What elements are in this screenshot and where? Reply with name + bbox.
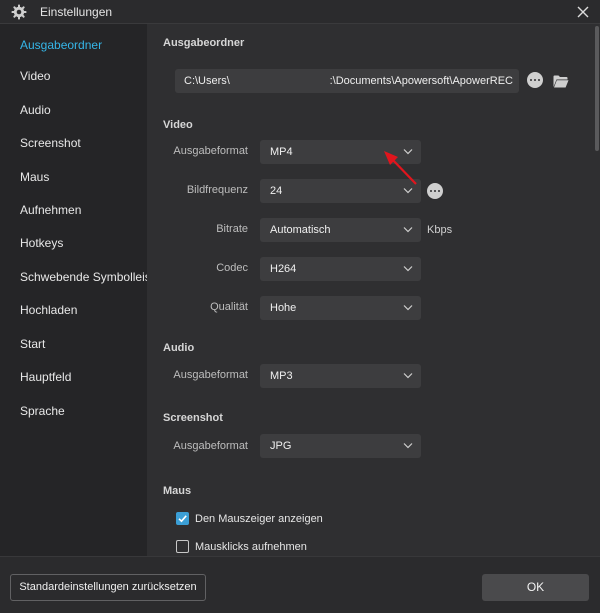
bitrate-select[interactable]: Automatisch — [260, 218, 421, 242]
sidebar: Ausgabeordner Video Audio Screenshot Mau… — [0, 24, 161, 556]
codec-label: Codec — [216, 262, 248, 274]
settings-panel: Ausgabeordner C:\Users\ :\Documents\Apow… — [147, 24, 600, 556]
sidebar-item-hochladen[interactable]: Hochladen — [0, 296, 147, 324]
screenshot-format-label: Ausgabeformat — [173, 440, 248, 452]
chevron-down-icon — [403, 373, 413, 379]
section-title-mouse: Maus — [163, 485, 192, 497]
framerate-select[interactable]: 24 — [260, 179, 421, 203]
record-clicks-label: Mausklicks aufnehmen — [195, 541, 307, 553]
framerate-value: 24 — [270, 185, 283, 197]
record-clicks-checkbox[interactable] — [176, 540, 189, 553]
sidebar-item-maus[interactable]: Maus — [0, 163, 147, 191]
screenshot-format-value: JPG — [270, 440, 292, 452]
sidebar-item-aufnehmen[interactable]: Aufnehmen — [0, 196, 147, 224]
section-title-screenshot: Screenshot — [163, 412, 223, 424]
chevron-down-icon — [403, 227, 413, 233]
show-cursor-checkbox[interactable] — [176, 512, 189, 525]
chevron-down-icon — [403, 266, 413, 272]
video-format-label: Ausgabeformat — [173, 145, 248, 157]
sidebar-item-hauptfeld[interactable]: Hauptfeld — [0, 363, 147, 391]
section-title-audio: Audio — [163, 342, 195, 354]
sidebar-item-start[interactable]: Start — [0, 330, 147, 358]
window-title: Einstellungen — [40, 5, 113, 19]
quality-select[interactable]: Hohe — [260, 296, 421, 320]
reset-defaults-button[interactable]: Standardeinstellungen zurücksetzen — [10, 574, 206, 601]
chevron-down-icon — [403, 305, 413, 311]
video-format-select[interactable]: MP4 — [260, 140, 421, 164]
sidebar-item-hotkeys[interactable]: Hotkeys — [0, 229, 147, 257]
close-button[interactable] — [572, 2, 594, 22]
video-format-value: MP4 — [270, 146, 293, 158]
gear-icon — [11, 4, 27, 20]
quality-value: Hohe — [270, 302, 297, 314]
bitrate-label: Bitrate — [216, 223, 248, 235]
sidebar-item-video[interactable]: Video — [0, 62, 147, 90]
footer: Standardeinstellungen zurücksetzen OK — [0, 556, 600, 613]
framerate-more-button[interactable] — [427, 183, 443, 199]
title-bar: Einstellungen — [0, 0, 600, 24]
screenshot-format-select[interactable]: JPG — [260, 434, 421, 458]
sidebar-item-sprache[interactable]: Sprache — [0, 397, 147, 425]
section-title-output-folder: Ausgabeordner — [163, 37, 245, 49]
output-path-start: C:\Users\ — [184, 75, 230, 87]
show-cursor-label: Den Mauszeiger anzeigen — [195, 513, 323, 525]
scrollbar[interactable] — [594, 24, 600, 556]
bitrate-unit: Kbps — [427, 224, 453, 236]
browse-folder-button[interactable] — [527, 72, 543, 88]
sidebar-item-ausgabeordner[interactable]: Ausgabeordner — [0, 31, 147, 59]
output-path-end: :\Documents\Apowersoft\ApowerREC — [329, 75, 513, 87]
checkmark-icon — [178, 515, 187, 523]
audio-format-select[interactable]: MP3 — [260, 364, 421, 388]
sidebar-item-audio[interactable]: Audio — [0, 96, 147, 124]
section-title-video: Video — [163, 119, 193, 131]
ok-button[interactable]: OK — [482, 574, 589, 601]
bitrate-value: Automatisch — [270, 224, 331, 236]
chevron-down-icon — [403, 149, 413, 155]
audio-format-value: MP3 — [270, 370, 293, 382]
sidebar-item-screenshot[interactable]: Screenshot — [0, 129, 147, 157]
chevron-down-icon — [403, 443, 413, 449]
quality-label: Qualität — [210, 301, 248, 313]
chevron-down-icon — [403, 188, 413, 194]
framerate-label: Bildfrequenz — [186, 184, 248, 196]
codec-select[interactable]: H264 — [260, 257, 421, 281]
scrollbar-thumb[interactable] — [595, 26, 599, 151]
close-icon — [577, 6, 589, 18]
open-folder-icon[interactable] — [553, 75, 569, 88]
codec-value: H264 — [270, 263, 297, 275]
audio-format-label: Ausgabeformat — [173, 369, 248, 381]
sidebar-item-schwebende-symbolleiste[interactable]: Schwebende Symbolleiste — [0, 263, 161, 291]
output-path-field[interactable]: C:\Users\ :\Documents\Apowersoft\ApowerR… — [175, 69, 519, 93]
